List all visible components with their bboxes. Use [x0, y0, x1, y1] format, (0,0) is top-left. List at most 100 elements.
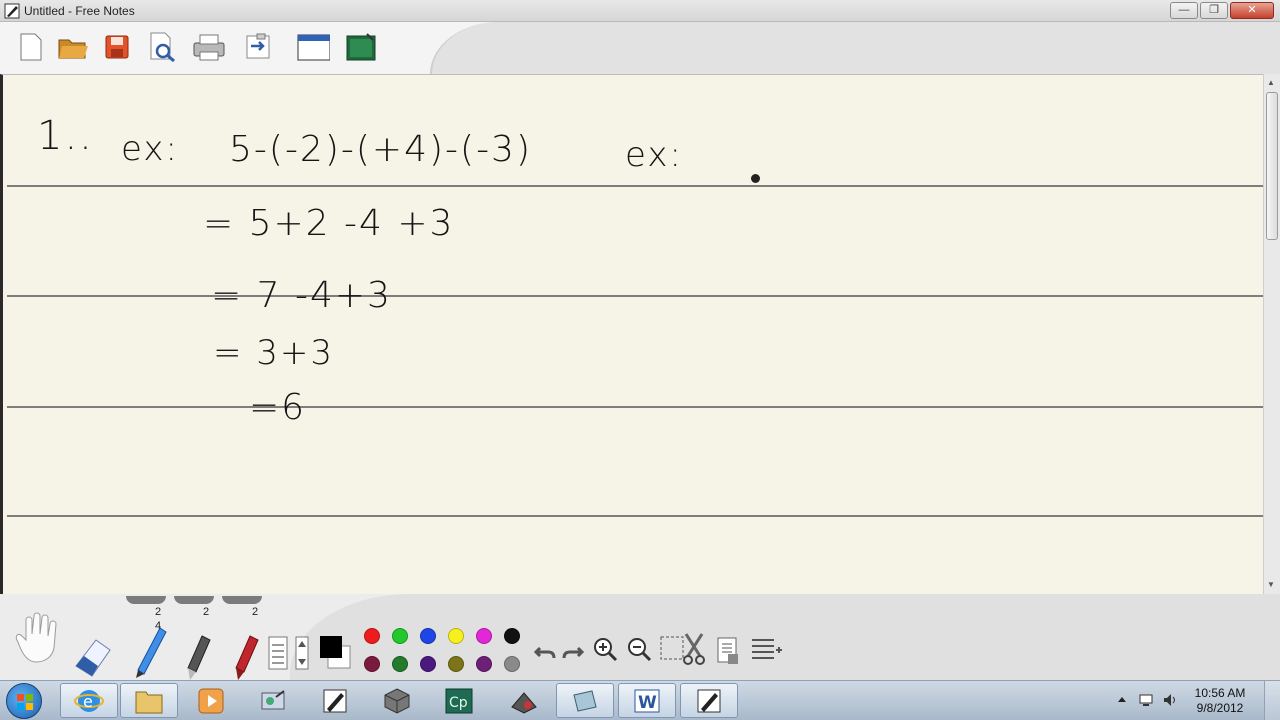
- taskbar-paint-tool[interactable]: [244, 683, 302, 718]
- open-folder-icon: [58, 39, 88, 59]
- window-title: Untitled - Free Notes: [24, 4, 135, 18]
- marker-size-tab[interactable]: [174, 596, 214, 604]
- internet-explorer-icon: e: [74, 689, 104, 712]
- zoom-in-button[interactable]: [592, 636, 618, 662]
- paste-button[interactable]: [714, 634, 742, 666]
- note-canvas[interactable]: 1.. ex: 5-(-2)-(+4)-(-3) ex: = 5+2 -4 +3…: [0, 74, 1263, 594]
- ruled-line: [7, 295, 1263, 297]
- clock-date: 9/8/2012: [1196, 701, 1244, 715]
- save-icon: [105, 35, 129, 59]
- title-bar: Untitled - Free Notes — ❐ ✕: [0, 0, 1280, 22]
- print-button[interactable]: [192, 30, 226, 64]
- free-notes-icon: [323, 689, 347, 712]
- paint-tool-icon: [261, 689, 285, 709]
- insert-lines-button[interactable]: [750, 634, 784, 666]
- color-swatch[interactable]: [504, 656, 520, 672]
- color-swatch[interactable]: [392, 656, 408, 672]
- taskbar-free-notes[interactable]: [306, 683, 364, 718]
- taskbar-file-explorer[interactable]: [120, 683, 178, 718]
- example-label-2: ex:: [625, 135, 683, 175]
- black-marker-icon: [187, 635, 211, 680]
- green-board-icon: [346, 33, 376, 61]
- taskbar-word[interactable]: W: [618, 683, 676, 718]
- pencil-tool[interactable]: [130, 624, 170, 678]
- scroll-down-icon[interactable]: ▼: [1267, 580, 1275, 589]
- color-swatch[interactable]: [504, 628, 520, 644]
- highlighter-size-count: 2: [252, 606, 259, 618]
- insert-lines-icon: [752, 639, 782, 659]
- volume-tray[interactable]: [1162, 692, 1178, 708]
- scroll-thumb[interactable]: [1266, 92, 1278, 240]
- example-label: ex:: [121, 129, 179, 169]
- red-highlighter-icon: [235, 635, 259, 680]
- taskbar-free-notes-active[interactable]: [680, 683, 738, 718]
- color-swatch[interactable]: [476, 628, 492, 644]
- line-style-icon: [268, 636, 288, 670]
- start-button[interactable]: [6, 683, 42, 719]
- export-icon: [246, 33, 270, 59]
- taskbar-media-player[interactable]: [182, 683, 240, 718]
- show-desktop-button[interactable]: [1264, 681, 1280, 720]
- restore-button[interactable]: ❐: [1200, 2, 1228, 19]
- color-swatch[interactable]: [364, 628, 380, 644]
- taskbar-captivate[interactable]: Cp: [430, 683, 488, 718]
- pen-size-tab[interactable]: [126, 596, 166, 604]
- highlighter-tool[interactable]: [228, 632, 264, 680]
- close-button[interactable]: ✕: [1230, 2, 1274, 19]
- blue-pencil-icon: [136, 627, 167, 678]
- window-icon: [297, 34, 330, 61]
- taskbar-media-app[interactable]: [494, 683, 552, 718]
- step-1-line: = 5+2 -4 +3: [203, 203, 455, 244]
- highlighter-size-tab[interactable]: [222, 596, 262, 604]
- color-swatch[interactable]: [392, 628, 408, 644]
- new-page-button[interactable]: [14, 30, 48, 64]
- taskbar-notes-app[interactable]: [556, 683, 614, 718]
- step-3-line: = 3+3: [213, 333, 335, 373]
- new-page-icon: [20, 33, 42, 61]
- scroll-up-icon[interactable]: ▲: [1267, 78, 1275, 87]
- zoom-out-button[interactable]: [626, 636, 652, 662]
- marker-tool[interactable]: [180, 632, 216, 680]
- color-swatch[interactable]: [448, 656, 464, 672]
- open-button[interactable]: [56, 30, 90, 64]
- vertical-scrollbar[interactable]: ▲ ▼: [1263, 74, 1280, 594]
- taskbar-internet-explorer[interactable]: e: [60, 683, 118, 718]
- problem-number: 1..: [37, 113, 94, 159]
- cut-button[interactable]: [680, 632, 708, 666]
- eraser-tool[interactable]: [70, 632, 114, 678]
- eraser-icon: [75, 639, 111, 677]
- tool-palette-decoration: [290, 594, 1280, 680]
- redo-icon: [562, 646, 584, 659]
- system-clock[interactable]: 10:56 AM 9/8/2012: [1190, 686, 1250, 716]
- print-preview-button[interactable]: [146, 30, 180, 64]
- size-stepper[interactable]: [292, 636, 312, 670]
- current-color-picker[interactable]: [318, 634, 354, 670]
- export-button[interactable]: [242, 30, 276, 64]
- svg-text:W: W: [638, 693, 657, 713]
- redo-button[interactable]: [562, 640, 584, 662]
- tray-expand-button[interactable]: [1116, 694, 1128, 706]
- svg-text:e: e: [83, 692, 93, 711]
- clipboard-icon: [717, 637, 738, 664]
- free-notes-app-icon: [4, 3, 20, 19]
- minimize-button[interactable]: —: [1170, 2, 1198, 19]
- color-swatch[interactable]: [476, 656, 492, 672]
- expression-line: 5-(-2)-(+4)-(-3): [229, 129, 533, 170]
- network-tray[interactable]: [1138, 692, 1154, 708]
- taskbar-3d-app[interactable]: [368, 683, 426, 718]
- hand-tool[interactable]: [8, 612, 64, 664]
- color-swatch[interactable]: [448, 628, 464, 644]
- window-button[interactable]: [296, 30, 330, 64]
- undo-button[interactable]: [534, 640, 556, 662]
- captivate-icon: Cp: [445, 688, 473, 713]
- media-player-icon: [198, 688, 224, 713]
- svg-text:Cp: Cp: [449, 695, 468, 711]
- save-button[interactable]: [100, 30, 134, 64]
- color-swatch[interactable]: [420, 656, 436, 672]
- line-style-tool[interactable]: [268, 636, 288, 670]
- color-picker-icon: [320, 636, 351, 669]
- color-swatch[interactable]: [364, 656, 380, 672]
- print-preview-icon: [150, 32, 175, 63]
- board-button[interactable]: [344, 30, 378, 64]
- color-swatch[interactable]: [420, 628, 436, 644]
